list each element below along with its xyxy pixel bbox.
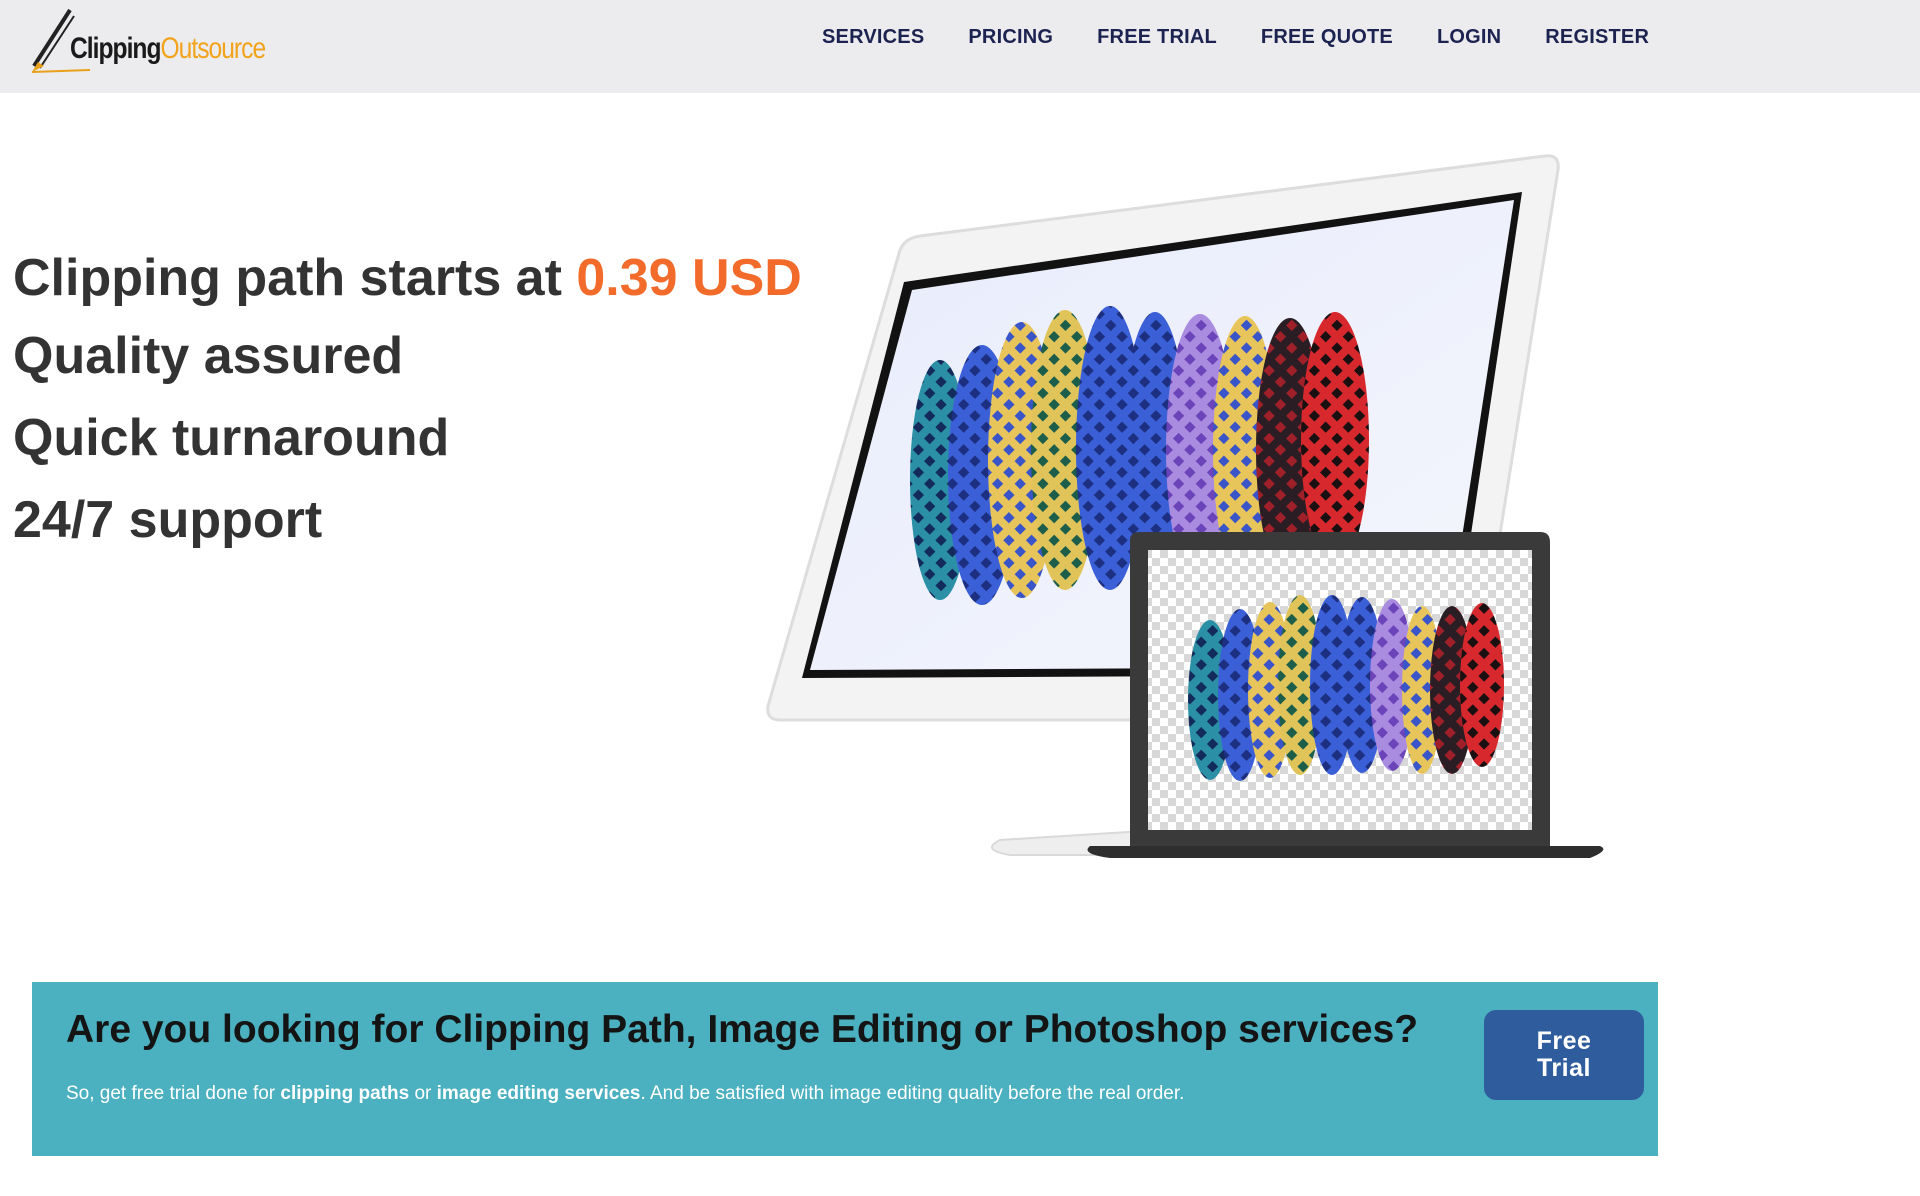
free-trial-button-line2: Trial (1537, 1054, 1591, 1082)
logo-wordmark: ClippingOutsource (70, 32, 267, 66)
nav-services[interactable]: SERVICES (822, 26, 924, 49)
logo-text-clipping: Clipping (70, 32, 161, 65)
nav-free-quote[interactable]: FREE QUOTE (1261, 26, 1393, 49)
hero-line-support: 24/7 support (13, 491, 323, 549)
hero-price-prefix: Clipping path starts at (13, 249, 577, 307)
devices-illustration (766, 154, 1604, 858)
laptop-base (1087, 846, 1604, 858)
banner-subtitle: So, get free trial done for clipping pat… (66, 1083, 1184, 1105)
nav-pricing[interactable]: PRICING (968, 26, 1053, 49)
main-nav: SERVICES PRICING FREE TRIAL FREE QUOTE L… (822, 26, 1693, 49)
site-logo[interactable]: ClippingOutsource (30, 6, 280, 74)
banner-sub-text-3: . And be satisfied with image editing qu… (640, 1083, 1185, 1104)
nav-register[interactable]: REGISTER (1545, 26, 1649, 49)
banner-link-image-editing[interactable]: image editing services (437, 1083, 641, 1104)
hero-line-quality: Quality assured (13, 327, 404, 385)
laptop-headbands-image (1188, 595, 1504, 781)
logo-text-outsource: Outsource (160, 32, 267, 65)
banner-sub-text-1: So, get free trial done for (66, 1083, 281, 1104)
hero-line-turnaround: Quick turnaround (13, 409, 450, 467)
banner-link-clipping-paths[interactable]: clipping paths (280, 1083, 409, 1104)
banner-title: Are you looking for Clipping Path, Image… (66, 1008, 1419, 1051)
header-bar: ClippingOutsource SERVICES PRICING FREE … (0, 0, 1920, 93)
banner-sub-text-2: or (409, 1083, 437, 1104)
free-trial-button[interactable]: Free Trial (1484, 1010, 1644, 1100)
free-trial-button-line1: Free (1536, 1027, 1592, 1055)
nav-login[interactable]: LOGIN (1437, 26, 1501, 49)
free-trial-banner: Are you looking for Clipping Path, Image… (32, 982, 1658, 1156)
hero-line-price: Clipping path starts at 0.39 USD (13, 248, 802, 308)
nav-free-trial[interactable]: FREE TRIAL (1097, 26, 1217, 49)
